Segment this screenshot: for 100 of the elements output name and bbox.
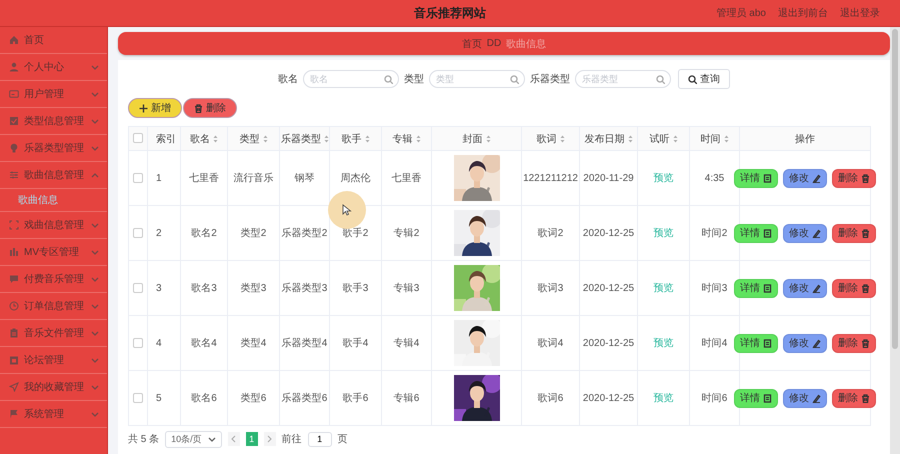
- sidebar-item[interactable]: 订单信息管理: [0, 293, 107, 320]
- preview-link[interactable]: 预览: [654, 393, 674, 404]
- edit-button[interactable]: 修改: [783, 278, 827, 298]
- sidebar-subitem[interactable]: 歌曲信息: [0, 189, 107, 212]
- breadcrumb-separator: DD: [486, 38, 502, 49]
- sidebar-item[interactable]: MV专区管理: [0, 239, 107, 266]
- table-cell: 专辑4: [394, 338, 420, 349]
- goto-suffix: 页: [338, 433, 348, 446]
- table-cell: 歌词3: [538, 283, 564, 294]
- page-button[interactable]: 1: [246, 432, 258, 446]
- table-cell: 乐器类型3: [282, 283, 328, 294]
- table-cell: 歌手4: [342, 338, 368, 349]
- breadcrumb-link[interactable]: 首页: [462, 36, 482, 50]
- table-cell: 流行音乐: [234, 173, 274, 184]
- preview-link[interactable]: 预览: [654, 228, 674, 239]
- edit-button[interactable]: 修改: [783, 334, 827, 352]
- preview-link[interactable]: 预览: [654, 283, 674, 294]
- table-cell: 2020-12-25: [582, 228, 634, 238]
- table-cell: 周杰伦: [340, 173, 370, 184]
- table-cell: 歌词6: [538, 393, 564, 404]
- column-header[interactable]: 封面: [462, 132, 490, 146]
- search-field[interactable]: 类型: [429, 70, 525, 88]
- sidebar-item[interactable]: 戏曲信息管理: [0, 212, 107, 239]
- delete-button[interactable]: 删除: [832, 388, 876, 408]
- table-cell: 时间6: [702, 393, 728, 404]
- search-field[interactable]: 歌名: [303, 70, 399, 88]
- sidebar-item[interactable]: 乐器类型管理: [0, 135, 107, 162]
- table-cell: 2020-12-25: [582, 392, 634, 404]
- detail-button[interactable]: 详情: [734, 168, 778, 188]
- table-cell: 歌名2: [191, 228, 217, 239]
- header-link[interactable]: 退出登录: [840, 6, 880, 20]
- sidebar-item[interactable]: 首页: [0, 27, 107, 54]
- sidebar-item[interactable]: 我的收藏管理: [0, 374, 107, 401]
- add-button[interactable]: 新增: [128, 98, 182, 118]
- table-cell: 类型6: [240, 393, 266, 404]
- sidebar-item[interactable]: 个人中心: [0, 54, 107, 81]
- delete-button[interactable]: 删除: [832, 278, 876, 298]
- table-cell: 时间2: [702, 228, 728, 239]
- sidebar-item[interactable]: 用户管理: [0, 81, 107, 108]
- table-cell: 1: [156, 172, 162, 184]
- page-input[interactable]: 1: [308, 432, 332, 446]
- delete-button[interactable]: 删除: [832, 168, 876, 188]
- table-cell: 歌手3: [342, 283, 368, 294]
- search-field[interactable]: 乐器类型: [575, 70, 671, 88]
- table-cell: 类型2: [240, 228, 266, 239]
- table-cell: 歌名4: [191, 338, 217, 349]
- table-cell: 歌名3: [191, 283, 217, 294]
- edit-button[interactable]: 修改: [783, 388, 827, 408]
- sidebar-item[interactable]: 付费音乐管理: [0, 266, 107, 293]
- table-cell: 1221211212: [523, 172, 578, 184]
- page-size-select[interactable]: 10条/页: [165, 430, 222, 448]
- sidebar-item[interactable]: 系统管理: [0, 401, 107, 428]
- table-cell: 乐器类型4: [282, 338, 328, 349]
- table-cell: 时间3: [702, 283, 728, 294]
- delete-button[interactable]: 删除: [183, 98, 237, 118]
- table-cell: 乐器类型6: [282, 393, 328, 404]
- field-label: 乐器类型: [530, 72, 570, 86]
- sidebar-item[interactable]: 歌曲信息管理: [0, 162, 107, 189]
- table-cell: 类型3: [240, 283, 266, 294]
- edit-button[interactable]: 修改: [783, 168, 827, 188]
- delete-button[interactable]: 删除: [832, 224, 876, 242]
- detail-button[interactable]: 详情: [734, 334, 778, 352]
- table-cell: 2020-12-25: [582, 282, 634, 294]
- edit-button[interactable]: 修改: [783, 224, 827, 242]
- total-count: 共 5 条: [128, 432, 160, 446]
- table-cell: 歌词2: [538, 228, 564, 239]
- table-cell: 5: [156, 392, 162, 404]
- delete-button[interactable]: 删除: [832, 334, 876, 352]
- table-cell: 2: [156, 228, 162, 238]
- table-cell: 七里香: [189, 173, 219, 184]
- table-cell: 2020-11-29: [583, 172, 634, 184]
- table-cell: 类型4: [240, 338, 266, 349]
- field-label: 类型: [404, 72, 424, 86]
- column-header: 操作: [795, 132, 815, 146]
- table-cell: 歌手2: [342, 228, 368, 239]
- preview-link[interactable]: 预览: [654, 338, 674, 349]
- column-header: 索引: [156, 132, 176, 146]
- table-cell: 专辑2: [394, 228, 420, 239]
- header-link[interactable]: 退出到前台: [778, 6, 828, 20]
- goto-label: 前往: [282, 432, 302, 446]
- site-title: 音乐推荐网站: [414, 6, 486, 20]
- header-link[interactable]: 管理员 abo: [716, 6, 766, 20]
- sidebar-item[interactable]: 论坛管理: [0, 347, 107, 374]
- detail-button[interactable]: 详情: [734, 388, 778, 408]
- sidebar-item[interactable]: 类型信息管理: [0, 108, 107, 135]
- detail-button[interactable]: 详情: [734, 278, 778, 298]
- table-cell: 歌名6: [191, 393, 217, 404]
- field-label: 歌名: [278, 73, 298, 86]
- sidebar-item[interactable]: 音乐文件管理: [0, 320, 107, 347]
- table-cell: 2020-12-25: [582, 338, 634, 348]
- table-cell: 歌词4: [538, 338, 564, 349]
- table-cell: 专辑6: [394, 393, 420, 404]
- table-cell: 七里香: [392, 173, 422, 184]
- table-cell: 4:35: [704, 172, 724, 184]
- table-cell: 4: [156, 338, 162, 348]
- table-cell: 专辑3: [394, 283, 420, 294]
- preview-link[interactable]: 预览: [654, 173, 674, 184]
- detail-button[interactable]: 详情: [734, 224, 778, 242]
- search-button[interactable]: 查询: [678, 69, 730, 89]
- breadcrumb-link[interactable]: 歌曲信息: [506, 36, 546, 50]
